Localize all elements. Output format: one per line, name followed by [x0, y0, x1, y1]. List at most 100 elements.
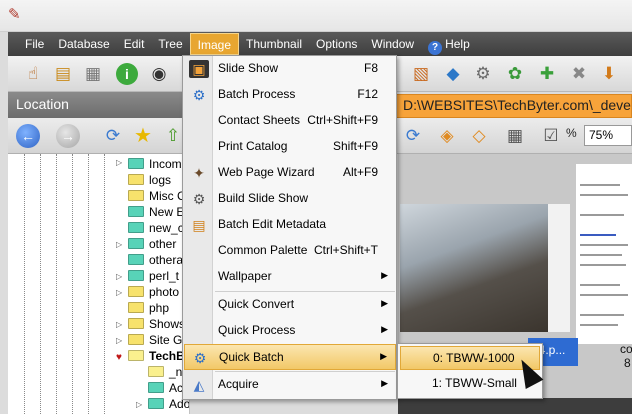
refresh-folder-icon[interactable]: ⟳: [100, 123, 126, 149]
build-slideshow-icon: ⚙: [192, 191, 206, 207]
tree-guide: [56, 154, 57, 414]
menu-item-build-slide-show[interactable]: ⚙ Build Slide Show: [184, 186, 396, 212]
folder-icon: [128, 254, 144, 265]
tree-item[interactable]: perl_t: [128, 268, 179, 284]
menu-tree[interactable]: Tree: [151, 33, 189, 55]
back-arrow-icon[interactable]: ←: [16, 124, 40, 148]
submenu-arrow-icon: ▶: [381, 270, 388, 280]
path-bar[interactable]: D:\WEBSITES\TechByter.com\_deve: [396, 94, 632, 118]
menu-item-label: Slide Show: [218, 61, 279, 75]
wand-icon: ✦: [193, 165, 205, 181]
folder-icon: [128, 174, 144, 185]
tree-item[interactable]: New E: [128, 204, 184, 220]
tree-item[interactable]: logs: [128, 172, 171, 188]
menu-edit[interactable]: Edit: [117, 33, 152, 55]
tree-item-selected[interactable]: TechB: [128, 348, 185, 364]
doc-line: [580, 314, 624, 316]
expand-icon[interactable]: ▷: [116, 320, 122, 329]
menu-item-label: Contact Sheets: [218, 113, 301, 127]
menu-item-web-page-wizard[interactable]: ✦ Web Page Wizard Alt+F9: [184, 160, 396, 186]
untag-icon[interactable]: ◇: [466, 123, 492, 149]
doc-line: [580, 194, 628, 196]
menu-file[interactable]: File: [18, 33, 51, 55]
expand-icon[interactable]: ▷: [136, 400, 142, 409]
menu-image[interactable]: Image: [189, 33, 239, 55]
thumbnail-document[interactable]: [576, 164, 632, 344]
expand-icon[interactable]: ▷: [116, 288, 122, 297]
menu-database[interactable]: Database: [51, 33, 116, 55]
toolbar-icon-a[interactable]: ▧: [408, 61, 434, 87]
tree-item-label: logs: [149, 173, 172, 187]
zoom-input[interactable]: 75%: [584, 125, 632, 146]
expand-icon[interactable]: ▷: [116, 158, 122, 167]
forward-arrow-icon[interactable]: →: [56, 124, 80, 148]
menu-item-slide-show[interactable]: ▣ Slide Show F8: [184, 56, 396, 82]
eye-icon[interactable]: ◉: [146, 61, 172, 87]
menu-item-print-catalog[interactable]: Print Catalog Shift+F9: [184, 134, 396, 160]
menu-item-common-palette[interactable]: Common Palette Ctrl+Shift+T: [184, 238, 396, 264]
tree-item[interactable]: Ac: [148, 380, 183, 396]
hand-icon[interactable]: ☝: [20, 61, 46, 87]
tree-item[interactable]: new_c: [128, 220, 184, 236]
expand-icon[interactable]: ▷: [116, 336, 122, 345]
menu-item-shortcut: Alt+F9: [342, 165, 378, 179]
tree-item[interactable]: Incom: [128, 156, 182, 172]
thumbnail-photo[interactable]: [400, 204, 554, 332]
app-icon: ✎: [8, 6, 21, 23]
menu-window[interactable]: Window: [364, 33, 421, 55]
folder-icon: [148, 366, 164, 377]
zoom-value: 75%: [589, 128, 614, 142]
doc-line: [580, 264, 626, 266]
title-bar: ✎: [0, 0, 632, 32]
folder-tool-icon[interactable]: ▤: [50, 61, 76, 87]
menu-item-wallpaper[interactable]: Wallpaper ▶: [184, 264, 396, 290]
tree-item[interactable]: Misc C: [128, 188, 186, 204]
tree-item[interactable]: Site G: [128, 332, 182, 348]
menu-item-quick-convert[interactable]: Quick Convert ▶: [184, 292, 396, 318]
info-icon[interactable]: i: [116, 63, 138, 85]
location-header: Location: [8, 92, 186, 118]
menu-item-quick-process[interactable]: Quick Process ▶: [184, 318, 396, 344]
doc-line: [580, 244, 628, 246]
tree-item-label: new_c: [149, 221, 184, 235]
menu-thumbnail[interactable]: Thumbnail: [239, 33, 309, 55]
menu-item-label: Print Catalog: [218, 139, 288, 153]
menu-item-quick-batch[interactable]: ⚙ Quick Batch ▶: [184, 344, 396, 370]
tree-item[interactable]: Shows: [128, 316, 185, 332]
star-icon[interactable]: ★: [130, 123, 156, 149]
menu-item-contact-sheets[interactable]: Contact Sheets Ctrl+Shift+F9: [184, 108, 396, 134]
zoom-label: %: [566, 126, 577, 140]
tree-guide: [40, 154, 41, 414]
filter-icon[interactable]: ☑: [538, 123, 564, 149]
folder-tree[interactable]: ▷ Incom logs Misc C New E new_c ▷ other …: [8, 154, 190, 414]
toolbar-icon-c[interactable]: ⚙: [470, 61, 496, 87]
tree-item[interactable]: _n: [148, 364, 182, 380]
menu-item-label: Acquire: [218, 377, 259, 391]
menu-item-label: Wallpaper: [218, 269, 272, 283]
refresh-icon[interactable]: ⟳: [400, 123, 426, 149]
toolbar-icon-b[interactable]: ◆: [440, 61, 466, 87]
tree-item[interactable]: photo: [128, 284, 179, 300]
menu-help[interactable]: ? Help: [421, 33, 477, 55]
folder-icon: [128, 318, 144, 329]
view-mode-icon[interactable]: ▦: [502, 123, 528, 149]
delete-folder-icon[interactable]: ✖: [566, 61, 592, 87]
tree-item[interactable]: othera: [128, 252, 183, 268]
thumbnail-row-bottom: [398, 398, 632, 414]
toolbar-icon-d[interactable]: ✿: [502, 61, 528, 87]
move-icon[interactable]: ⬇: [596, 61, 622, 87]
menu-item-batch-edit-metadata[interactable]: ▤ Batch Edit Metadata: [184, 212, 396, 238]
menu-item-shortcut: Ctrl+Shift+T: [313, 243, 378, 257]
new-folder-icon[interactable]: ✚: [534, 61, 560, 87]
submenu-item-label: 1: TBWW-Small: [432, 376, 517, 390]
menu-item-acquire[interactable]: ◭ Acquire ▶: [184, 372, 396, 398]
expand-icon[interactable]: ▷: [116, 272, 122, 281]
tree-item[interactable]: other: [128, 236, 176, 252]
tag-icon[interactable]: ◈: [434, 123, 460, 149]
scanner-tool-icon[interactable]: ▦: [80, 61, 106, 87]
expand-icon[interactable]: ▷: [116, 240, 122, 249]
tree-item[interactable]: php: [128, 300, 169, 316]
menu-options[interactable]: Options: [309, 33, 364, 55]
menu-item-batch-process[interactable]: ⚙ Batch Process F12: [184, 82, 396, 108]
folder-icon: [128, 286, 144, 297]
